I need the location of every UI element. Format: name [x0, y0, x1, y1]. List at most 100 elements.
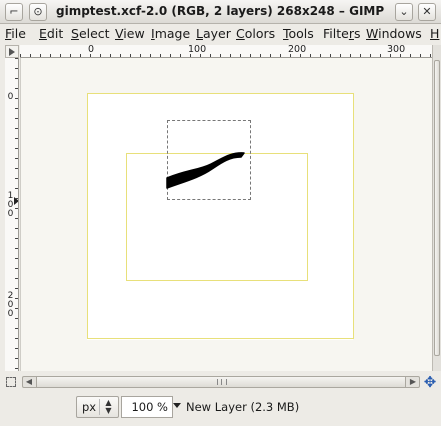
ruler-tick [15, 78, 18, 79]
ruler-tick [50, 54, 51, 57]
ruler-tick [90, 54, 91, 57]
ruler-tick [330, 54, 331, 57]
ruler-tick [15, 228, 18, 229]
unit-value: px [82, 400, 97, 414]
ruler-tick [15, 298, 18, 299]
ruler-tick [400, 54, 401, 57]
vertical-scrollbar-thumb[interactable] [434, 60, 440, 356]
ruler-label: 100 [7, 191, 14, 219]
ruler-tick [300, 54, 301, 57]
ruler-tick [220, 54, 221, 57]
ruler-tick [380, 54, 381, 57]
ruler-tick [240, 54, 241, 57]
horizontal-ruler[interactable]: 0 100 200 300 [20, 45, 432, 58]
ruler-tick [15, 198, 18, 199]
menu-windows[interactable]: Windows [366, 26, 422, 41]
ruler-tick [150, 54, 151, 57]
horizontal-scrollbar-thumb[interactable] [36, 377, 406, 387]
ruler-tick [290, 54, 291, 57]
ruler-tick [320, 54, 321, 57]
ruler-tick [15, 238, 18, 239]
ruler-tick [390, 54, 391, 57]
ruler-tick [15, 308, 18, 309]
title-bar: ⌐ ⊙ gimptest.xcf-2.0 (RGB, 2 layers) 268… [0, 0, 441, 24]
vertical-ruler[interactable]: 0 100 200 [5, 58, 19, 371]
ruler-tick [40, 54, 41, 57]
layer-info: New Layer (2.3 MB) [186, 400, 300, 414]
horizontal-scrollbar[interactable]: ◀ ▶ [22, 376, 420, 388]
status-bar: px ▲ ▼ 100 % New Layer (2.3 MB) [0, 393, 441, 426]
menu-select[interactable]: Select [71, 26, 110, 41]
ruler-corner-menu-button[interactable] [5, 45, 19, 58]
ruler-tick [230, 54, 231, 57]
menu-image[interactable]: Image [151, 26, 190, 41]
ruler-tick [350, 54, 351, 57]
ruler-tick [180, 54, 181, 57]
ruler-tick [15, 138, 18, 139]
ruler-tick [250, 54, 251, 57]
ruler-tick [430, 54, 431, 57]
ruler-tick [15, 98, 18, 99]
menu-tools[interactable]: Tools [283, 26, 314, 41]
ruler-tick [20, 54, 21, 57]
menu-view[interactable]: View [115, 26, 145, 41]
zoom-input[interactable]: 100 % [121, 396, 173, 418]
close-icon[interactable]: ✕ [418, 3, 436, 21]
ruler-tick [170, 54, 171, 57]
scroll-left-icon[interactable]: ◀ [23, 377, 35, 387]
ruler-tick [15, 258, 18, 259]
ruler-tick [410, 54, 411, 57]
ruler-tick [15, 278, 18, 279]
menu-file[interactable]: File [5, 26, 26, 41]
ruler-tick [30, 54, 31, 57]
ruler-tick [15, 118, 18, 119]
ruler-tick [60, 54, 61, 57]
ruler-tick [15, 128, 18, 129]
window-title: gimptest.xcf-2.0 (RGB, 2 layers) 268x248… [56, 4, 385, 18]
ruler-tick [15, 88, 18, 89]
ruler-tick [15, 58, 18, 59]
ruler-label: 200 [7, 291, 14, 319]
spin-arrows-icon[interactable]: ▲ ▼ [99, 399, 117, 415]
ruler-tick [260, 54, 261, 57]
ruler-tick [190, 54, 191, 57]
ruler-tick [15, 168, 18, 169]
brush-stroke [166, 152, 245, 189]
ruler-tick [140, 54, 141, 57]
ruler-tick [15, 338, 18, 339]
quick-mask-toggle-icon[interactable] [6, 377, 16, 387]
ruler-tick [70, 54, 71, 57]
ruler-tick [310, 54, 311, 57]
ruler-tick [15, 328, 18, 329]
menu-bar: File Edit Select View Image Layer Colors… [0, 24, 441, 44]
ruler-tick [15, 108, 18, 109]
image-canvas[interactable] [20, 58, 432, 371]
menu-colors[interactable]: Colors [236, 26, 275, 41]
ruler-tick [130, 54, 131, 57]
menu-help[interactable]: H [430, 26, 439, 41]
ruler-tick [80, 54, 81, 57]
ruler-tick [15, 178, 18, 179]
scroll-right-icon[interactable]: ▶ [407, 377, 419, 387]
zoom-dropdown-icon[interactable] [173, 403, 181, 408]
bottom-scroll-row: ◀ ▶ ✥ [0, 371, 441, 393]
ruler-tick [420, 54, 421, 57]
stick-icon[interactable]: ⊙ [29, 3, 47, 21]
minimize-icon[interactable]: ⌄ [395, 3, 413, 21]
ruler-tick [15, 208, 18, 209]
unit-selector[interactable]: px ▲ ▼ [76, 396, 119, 418]
menu-edit[interactable]: Edit [39, 26, 63, 41]
ruler-tick [370, 54, 371, 57]
ruler-tick [15, 348, 18, 349]
ruler-tick [15, 318, 18, 319]
ruler-tick [270, 54, 271, 57]
window-menu-icon[interactable]: ⌐ [5, 3, 23, 21]
menu-layer[interactable]: Layer [196, 26, 231, 41]
ruler-tick [15, 218, 18, 219]
ruler-tick [120, 54, 121, 57]
vertical-scrollbar[interactable] [432, 45, 441, 371]
ruler-label: 0 [88, 45, 95, 55]
ruler-label: 0 [7, 92, 14, 102]
navigate-icon[interactable]: ✥ [422, 374, 438, 390]
menu-filters[interactable]: Filters [323, 26, 360, 41]
